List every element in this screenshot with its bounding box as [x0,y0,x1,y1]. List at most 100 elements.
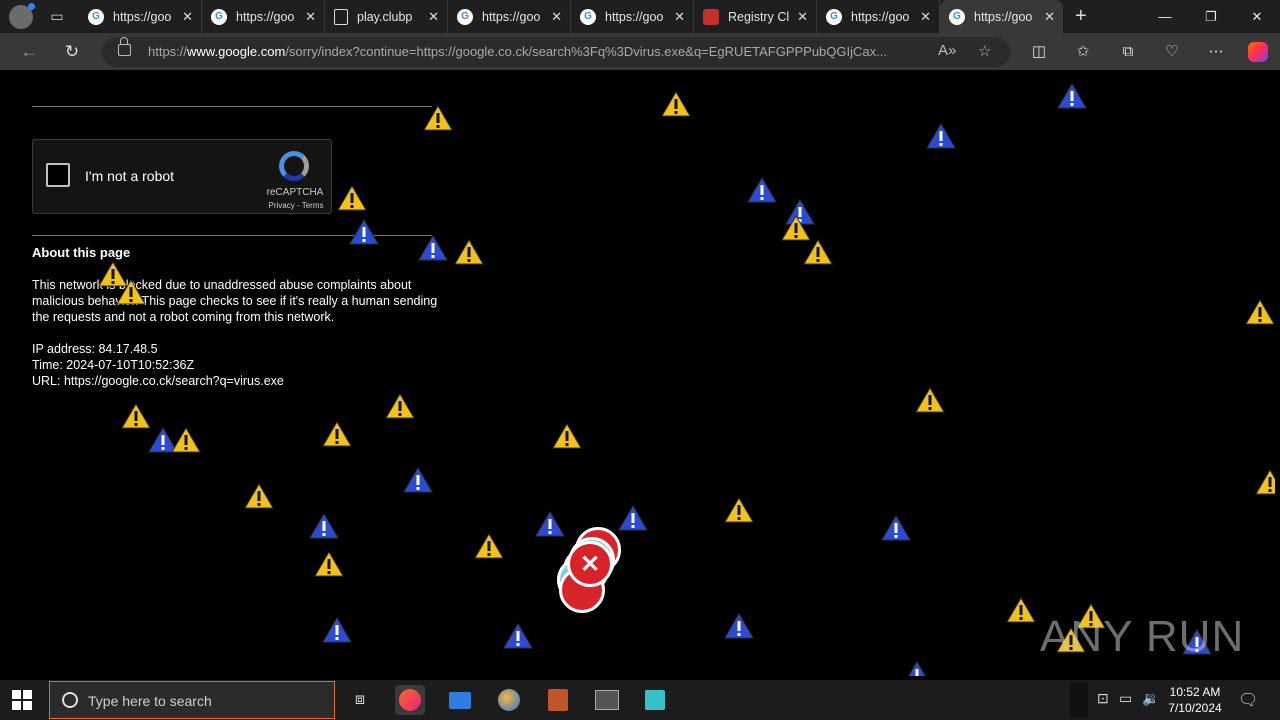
tab-1[interactable]: G https://goo ✕ [79,0,202,33]
warning-icon-blue [322,616,352,644]
hidden-icon-area[interactable] [1070,682,1088,718]
warning-icon-yellow [171,426,201,454]
google-icon: G [949,8,965,25]
tab-7[interactable]: G https://goo ✕ [817,0,940,33]
volume-icon[interactable]: 🔉 [1142,690,1159,707]
close-tab-icon[interactable]: ✕ [797,9,808,25]
warning-icon-yellow [423,104,453,132]
profile-avatar-icon[interactable] [9,2,35,29]
warning-icon-blue [403,466,433,494]
tab-title: https://goo [851,9,910,24]
clock-time: 10:52 AM [1169,685,1221,699]
windows-start-icon[interactable] [12,690,32,710]
address-bar[interactable]: https://www.google.com/sorry/index?conti… [102,37,1010,67]
google-icon: G [457,8,473,25]
google-icon: G [826,8,842,25]
copilot-icon[interactable] [1248,42,1268,62]
file-explorer-icon[interactable] [445,685,475,715]
browser-essentials-icon[interactable]: ♡ [1161,41,1183,63]
close-tab-icon[interactable]: ✕ [428,9,439,25]
new-tab-button[interactable]: + [1075,5,1087,28]
task-view-icon[interactable]: ⧈ [345,685,375,715]
office-app-icon[interactable] [543,685,573,715]
collections-icon[interactable]: ⧉ [1117,41,1139,63]
tray-app-icon[interactable]: ⊡ [1097,690,1109,707]
lock-icon[interactable] [118,37,131,56]
close-tab-icon[interactable]: ✕ [182,9,193,25]
back-button[interactable]: ← [17,40,41,64]
tab-3[interactable]: play.clubp ✕ [325,0,448,33]
google-icon: G [211,8,227,25]
read-aloud-icon[interactable]: A» [938,42,956,59]
time-stamp: Time: 2024-07-10T10:52:36Z [32,358,195,372]
tab-actions-icon[interactable]: ▭ [45,5,69,29]
about-body: This network is blocked due to unaddress… [32,278,438,324]
tab-8-active[interactable]: G https://goo ✕ [940,0,1063,33]
close-tab-icon[interactable]: ✕ [674,9,685,25]
warning-icon-blue [902,660,932,676]
google-icon: G [580,8,596,25]
close-tab-icon[interactable]: ✕ [920,9,931,25]
tab-5[interactable]: G https://goo ✕ [571,0,694,33]
tab-2[interactable]: G https://goo ✕ [202,0,325,33]
warning-icon-yellow [116,278,146,306]
document-icon [334,8,348,25]
recaptcha-privacy-terms-link[interactable]: Privacy - Terms [261,201,331,210]
warning-icon-blue [724,612,754,640]
warning-icon-yellow [661,90,691,118]
tab-title: https://goo [605,9,664,24]
close-tab-icon[interactable]: ✕ [305,9,316,25]
warning-icon-blue [881,514,911,542]
error-x-icon: ✕ [567,541,613,587]
not-robot-checkbox[interactable] [46,163,70,187]
warning-icon-yellow [1245,298,1275,326]
warning-icon-blue [1057,82,1087,110]
more-menu-icon[interactable]: ⋯ [1205,41,1227,63]
warning-icon-blue [349,218,379,246]
registry-icon [703,8,719,25]
page-content: I'm not a robot reCAPTCHA Privacy - Term… [5,72,1275,676]
google-icon: G [88,8,104,25]
tab-title: Registry Cl [728,9,790,24]
favorite-star-icon[interactable]: ☆ [978,42,991,60]
system-clock[interactable]: 10:52 AM 7/10/2024 [1165,684,1225,716]
notification-icon[interactable]: 🗨 [1238,690,1258,710]
favorites-icon[interactable]: ✩ [1072,41,1094,63]
tab-strip: G https://goo ✕ G https://goo ✕ play.clu… [79,0,1063,33]
minimize-button[interactable]: — [1142,0,1188,33]
about-heading: About this page [32,245,131,260]
warning-icon-yellow [803,238,833,266]
close-window-button[interactable]: ✕ [1234,0,1280,33]
monitor-app-icon[interactable] [592,685,622,715]
firefox-icon[interactable] [494,685,524,715]
warning-icon-yellow [244,482,274,510]
captcha-label: I'm not a robot [85,168,175,184]
url-text[interactable]: https://www.google.com/sorry/index?conti… [148,44,923,59]
warning-icon-yellow [1006,596,1036,624]
error-icon-stack: ✕ [555,527,627,619]
warning-icon-yellow [454,238,484,266]
taskbar-search-box[interactable]: Type here to search [49,681,335,719]
close-tab-icon[interactable]: ✕ [1044,9,1055,25]
tab-title: https://goo [974,9,1033,24]
search-icon [62,692,78,708]
url-domain: www.google.com [187,44,286,59]
tab-6[interactable]: Registry Cl ✕ [694,0,817,33]
edge-app-icon[interactable] [395,685,425,715]
network-icon[interactable]: ▭ [1119,690,1132,707]
warning-icon-blue [926,122,956,150]
tab-title: https://goo [482,9,541,24]
refresh-button[interactable]: ↻ [60,40,84,64]
close-tab-icon[interactable]: ✕ [551,9,562,25]
tab-4[interactable]: G https://goo ✕ [448,0,571,33]
warning-icon-yellow [474,532,504,560]
restore-button[interactable]: ❐ [1188,0,1234,33]
ip-address: IP address: 84.17.48.5 [32,342,158,356]
warning-icon-blue [747,176,777,204]
url-path: /sorry/index?continue=https://google.co.… [285,44,887,59]
blocked-url: URL: https://google.co.ck/search?q=virus… [32,374,284,388]
installer-app-icon[interactable] [640,685,670,715]
windows-taskbar: Type here to search ⧈ ⊡ ▭ 🔉 10:52 AM 7/1… [0,680,1280,720]
split-screen-icon[interactable]: ◫ [1028,41,1050,63]
recaptcha-logo-icon [279,151,309,181]
